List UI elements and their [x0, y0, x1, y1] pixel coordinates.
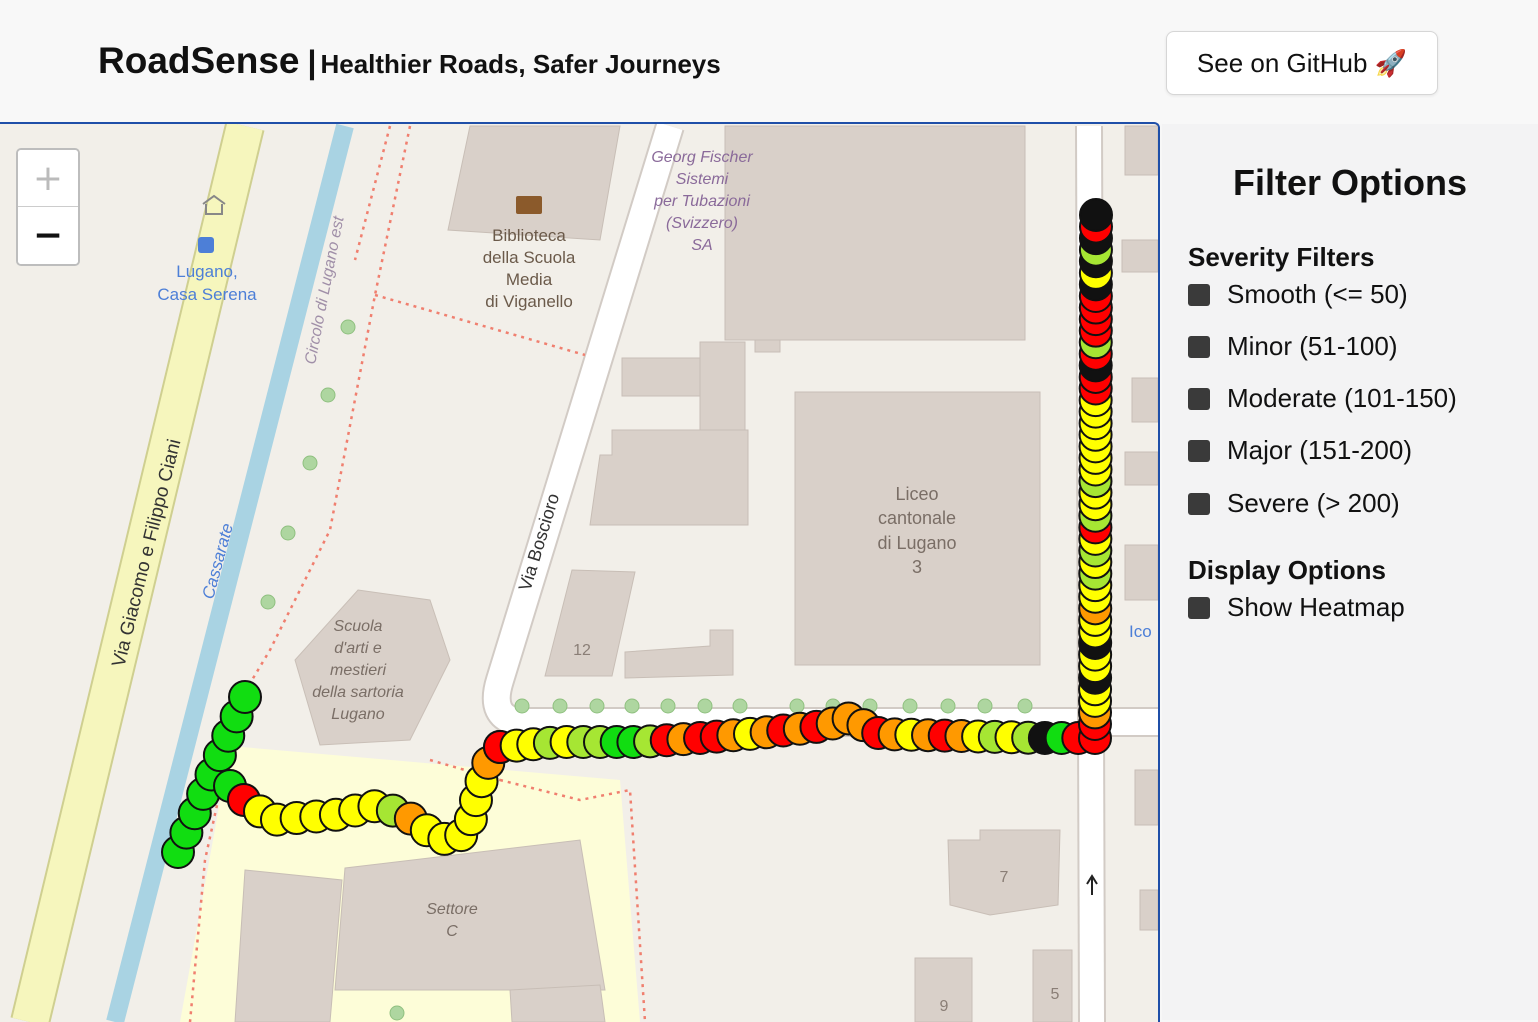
filter-label: Smooth (<= 50) [1227, 279, 1408, 309]
filter-label: Severe (> 200) [1227, 488, 1400, 518]
zoom-control: + − [16, 148, 80, 266]
heatmap-toggle[interactable]: Show Heatmap [1188, 592, 1405, 623]
label-num-7: 7 [1000, 869, 1009, 886]
label-scuola-3: mestieri [330, 662, 386, 679]
severity-heading: Severity Filters [1188, 242, 1375, 272]
severity-point-black[interactable] [1079, 198, 1113, 232]
display-heading: Display Options [1188, 555, 1386, 585]
checkbox[interactable] [1188, 439, 1210, 462]
label-liceo-3: di Lugano [877, 533, 956, 553]
brand-name: RoadSense [98, 40, 300, 81]
filter-title: Filter Options [1233, 162, 1467, 203]
label-georg-3: per Tubazioni [653, 193, 750, 210]
label-scuola-5: Lugano [331, 706, 384, 723]
brand-tagline: Healthier Roads, Safer Journeys [320, 49, 721, 79]
zoom-out-button[interactable]: − [18, 207, 78, 264]
checkbox[interactable] [1188, 596, 1210, 619]
library-icon [516, 196, 542, 214]
label-settore-1: Settore [426, 901, 478, 918]
label-library-4: di Viganello [485, 292, 573, 311]
label-scuola-1: Scuola [334, 618, 383, 635]
brand: RoadSense | Healthier Roads, Safer Journey… [98, 40, 721, 82]
label-library-3: Media [506, 270, 553, 289]
filter-sidebar: Filter Options Severity Filters Smooth (… [1162, 124, 1538, 1020]
checkbox[interactable] [1188, 387, 1210, 410]
buildings [234, 125, 1158, 1022]
label-ico: Ico [1129, 622, 1152, 641]
filter-major[interactable]: Major (151-200) [1188, 435, 1412, 466]
zoom-in-button[interactable]: + [18, 150, 78, 207]
app-header: RoadSense | Healthier Roads, Safer Journey… [0, 0, 1538, 124]
filter-severe[interactable]: Severe (> 200) [1188, 488, 1400, 519]
label-scuola-4: della sartoria [312, 684, 404, 701]
filter-minor[interactable]: Minor (51-100) [1188, 331, 1398, 362]
map-view[interactable]: Lugano, Casa Serena Biblioteca della Scu… [0, 122, 1160, 1022]
filter-label: Minor (51-100) [1227, 331, 1398, 361]
label-library-1: Biblioteca [492, 226, 566, 245]
severity-point-smooth[interactable] [228, 680, 262, 714]
label-liceo-2: cantonale [878, 508, 956, 528]
github-button[interactable]: See on GitHub 🚀 [1166, 31, 1438, 95]
label-liceo-1: Liceo [895, 484, 938, 504]
brand-separator: | [307, 44, 317, 80]
checkbox[interactable] [1188, 335, 1210, 358]
filter-smooth[interactable]: Smooth (<= 50) [1188, 279, 1408, 310]
label-georg-2: Sistemi [676, 171, 729, 188]
label-settore-2: C [446, 923, 458, 940]
label-num-12: 12 [573, 642, 591, 659]
heatmap-label: Show Heatmap [1227, 592, 1405, 622]
label-georg-4: (Svizzero) [666, 215, 738, 232]
label-num-5: 5 [1051, 986, 1060, 1003]
label-library-2: della Scuola [483, 248, 576, 267]
label-liceo-4: 3 [912, 557, 922, 577]
label-bus-stop-2: Casa Serena [157, 285, 257, 304]
checkbox[interactable] [1188, 283, 1210, 306]
label-georg-1: Georg Fischer [651, 149, 753, 166]
filter-label: Major (151-200) [1227, 435, 1412, 465]
label-num-9: 9 [940, 998, 949, 1015]
label-georg-5: SA [691, 237, 712, 254]
filter-label: Moderate (101-150) [1227, 383, 1457, 413]
label-scuola-2: d'arti e [334, 640, 382, 657]
filter-moderate[interactable]: Moderate (101-150) [1188, 383, 1457, 414]
label-bus-stop-1: Lugano, [176, 262, 237, 281]
map-canvas: Lugano, Casa Serena Biblioteca della Scu… [10, 124, 1158, 1022]
bus-stop-icon [198, 237, 214, 253]
checkbox[interactable] [1188, 492, 1210, 515]
